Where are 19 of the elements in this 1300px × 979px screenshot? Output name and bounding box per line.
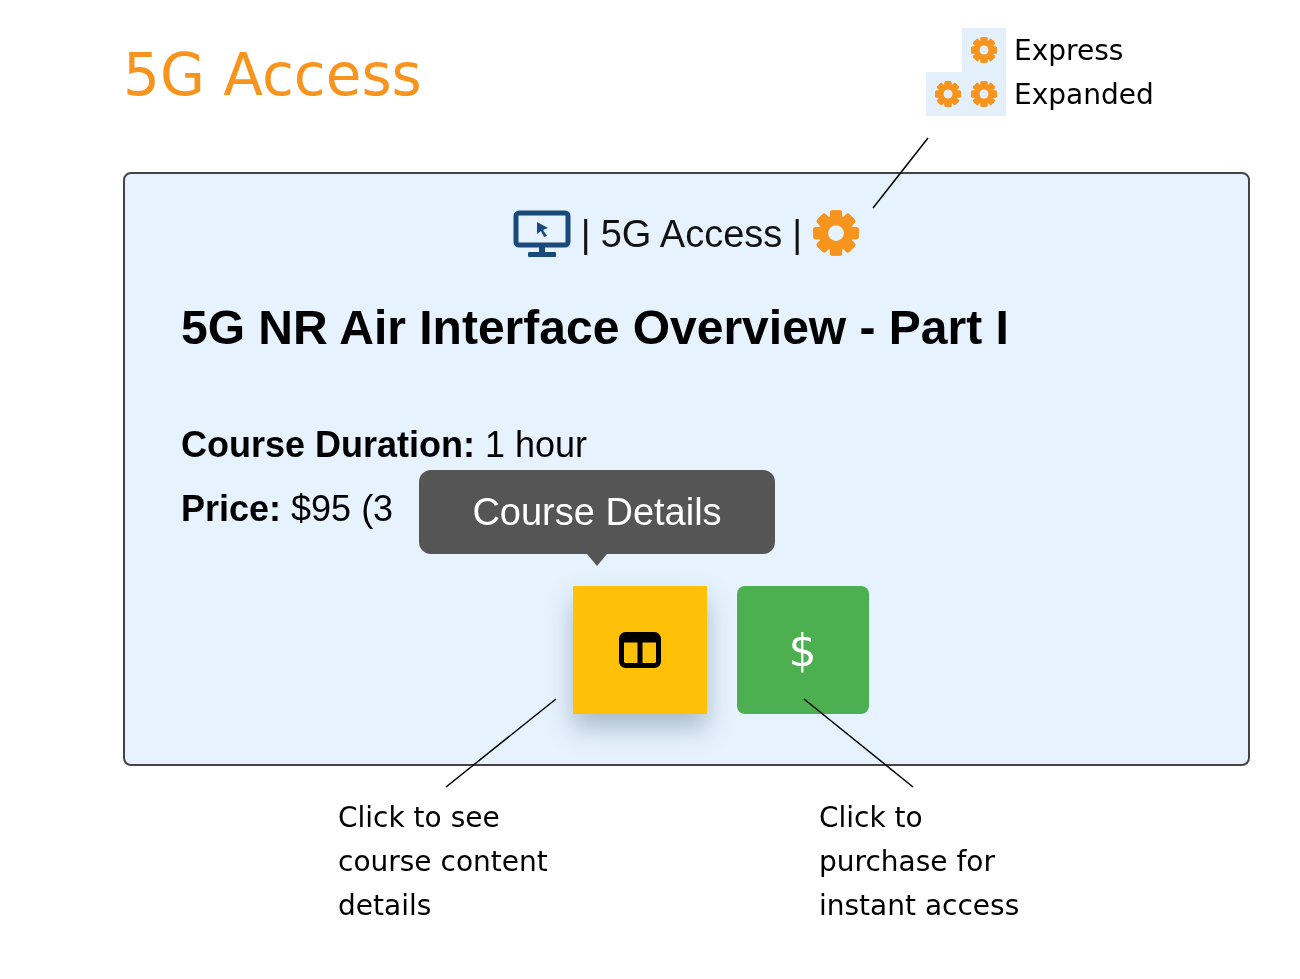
separator: |	[580, 212, 591, 256]
legend-label: Express	[1014, 33, 1125, 67]
annotation-text: Click to see course content details	[338, 800, 549, 924]
page-title: 5G Access	[123, 40, 422, 110]
purchase-button[interactable]: $	[736, 586, 869, 714]
detail-line: Price: $95 (3	[181, 487, 394, 531]
detail-line: Course Duration: 1 hour	[181, 423, 588, 467]
separator: |	[792, 212, 803, 256]
category-label: 5G Access	[600, 212, 783, 256]
tooltip: Course Details	[419, 470, 775, 554]
gear-icon	[812, 209, 861, 259]
legend-label: Expanded	[1014, 77, 1154, 111]
columns-icon	[618, 632, 661, 668]
tooltip-pointer	[587, 554, 607, 566]
course-title: 5G NR Air Interface Overview - Part I	[181, 300, 1010, 356]
course-details-button[interactable]	[572, 586, 707, 714]
leader-line	[872, 137, 929, 209]
annotation-text: Click to purchase for instant access	[819, 800, 1021, 924]
monitor-icon	[512, 210, 571, 258]
